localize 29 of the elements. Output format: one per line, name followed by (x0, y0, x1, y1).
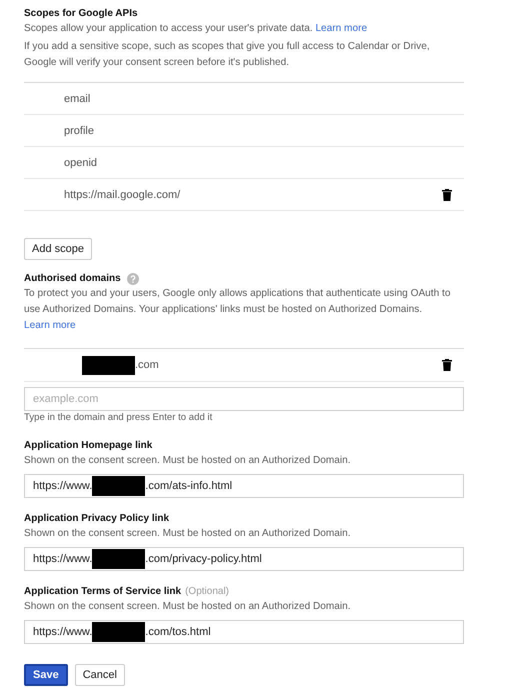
delete-icon[interactable] (442, 359, 452, 371)
url-input-field[interactable]: https://www. .com/privacy-policy.html (24, 547, 464, 571)
save-button[interactable]: Save (24, 664, 68, 686)
field-help: Shown on the consent screen. Must be hosted on an Authorized Domain. (24, 527, 352, 541)
section-title: Authorised domains (24, 272, 121, 286)
scope-name: https://mail.google.com/ (64, 188, 180, 200)
sensitive-scope-note: If you add a sensitive scope, such as scopes that give you full access to Calendar or Drive, Google will verify your consent screen before it's published. (24, 40, 431, 70)
cancel-button[interactable]: Cancel (74, 664, 125, 686)
field-help: Shown on the consent screen. Must be hosted on an Authorized Domain. (24, 600, 352, 614)
scope-name: openid (64, 156, 98, 168)
field-label: Application Privacy Policy link (24, 512, 170, 526)
add-scope-button[interactable]: Add scope (24, 238, 92, 260)
section-description: Scopes allow your application to access your user's private data. Learn more (24, 22, 368, 36)
optional-label: (Optional) (185, 585, 229, 599)
scope-name: email (64, 92, 90, 104)
url-input-field[interactable]: https://www. .com/ats-info.html (24, 474, 464, 498)
domain-input-field[interactable]: example.com (24, 387, 464, 411)
field-label: Application Terms of Service link (24, 585, 182, 599)
url-input-field[interactable]: https://www. .com/tos.html (24, 620, 464, 644)
domain-name: .com (82, 356, 159, 374)
learn-more-link[interactable]: Learn more (315, 23, 368, 34)
field-label: Application Homepage link (24, 439, 152, 453)
section-title: Scopes for Google APIs (24, 7, 139, 21)
scope-name: profile (64, 124, 94, 136)
delete-icon[interactable] (442, 188, 452, 200)
domain-hint: Type in the domain and press Enter to add it (24, 411, 214, 425)
section-description: To protect you and your users, Google only allows applications that authenticate using OAuth to use Authorized Domains. Your applications' links must be hosted on Authorized Domains. Learn more (24, 287, 452, 333)
learn-more-link[interactable]: Learn more (24, 320, 76, 331)
field-help: Shown on the consent screen. Must be hosted on an Authorized Domain. (24, 454, 352, 468)
